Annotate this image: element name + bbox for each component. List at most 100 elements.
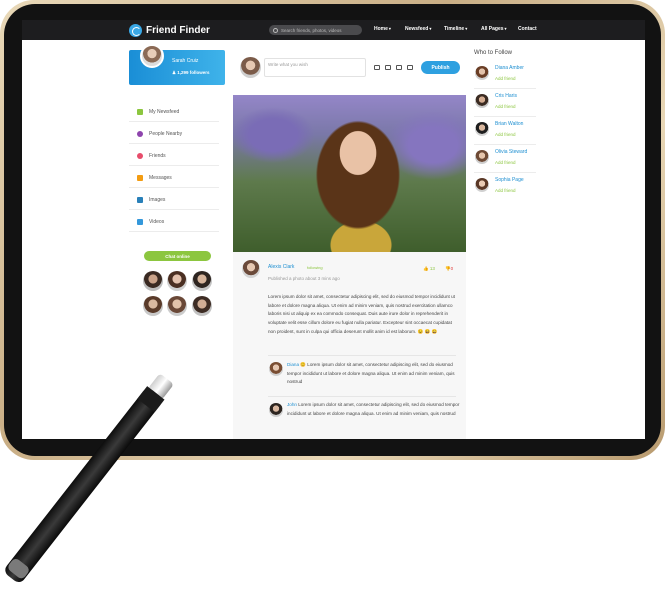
search-input[interactable] — [281, 27, 361, 33]
edit-icon[interactable] — [374, 65, 380, 70]
nav-all-pages-label: All Pages — [481, 26, 504, 32]
dislike-count: 0 — [450, 266, 454, 271]
logo-icon — [129, 23, 142, 37]
like-count: 13 — [429, 266, 435, 271]
follow-status: following — [307, 265, 323, 270]
map-icon[interactable] — [407, 65, 413, 70]
app-screen: Friend Finder Home▾ Newsfeed▾ Timeline▾ … — [22, 20, 645, 439]
sidebar-item-images[interactable]: Images — [129, 190, 219, 210]
avatar[interactable] — [269, 403, 283, 417]
video-icon[interactable] — [396, 65, 402, 70]
comment-body: 😊 Lorem ipsum dolor sit amet, consectetu… — [287, 362, 455, 385]
follow-name[interactable]: Diana Amber — [495, 65, 524, 71]
dislike-button[interactable]: 👎0 — [445, 266, 453, 272]
composer-avatar — [240, 57, 261, 78]
post-meta: Published a photo about 3 mins ago — [268, 276, 340, 281]
image-icon[interactable] — [385, 65, 391, 70]
add-friend-link[interactable]: Add friend — [495, 188, 516, 193]
video-icon — [137, 218, 143, 225]
search-icon — [273, 27, 278, 33]
top-navbar: Friend Finder Home▾ Newsfeed▾ Timeline▾ … — [22, 20, 645, 40]
avatar[interactable] — [475, 66, 489, 80]
sidebar-item-friends[interactable]: Friends — [129, 146, 219, 166]
nav-newsfeed[interactable]: Newsfeed▾ — [405, 26, 431, 32]
nav-newsfeed-label: Newsfeed — [405, 26, 429, 32]
avatar[interactable] — [475, 122, 489, 136]
followers-count: 1,299 followers — [177, 70, 210, 75]
profile-name[interactable]: Sarah Cruiz — [172, 58, 198, 64]
chat-avatar[interactable] — [143, 271, 163, 291]
sidebar-item-label: Images — [149, 196, 166, 203]
app-name: Friend Finder — [146, 24, 210, 36]
chat-online-button[interactable]: Chat online — [144, 251, 211, 261]
comment-body: Lorem ipsum dolor sit amet, consectetur … — [287, 402, 460, 416]
post-author[interactable]: Alexis Clark — [268, 264, 294, 270]
sidebar-item-label: Videos — [149, 218, 165, 225]
app-logo[interactable]: Friend Finder — [129, 23, 210, 37]
sidebar-item-label: My Newsfeed — [149, 108, 180, 115]
post-card: Alexis Clark following Published a photo… — [233, 95, 466, 439]
add-friend-link[interactable]: Add friend — [495, 160, 516, 165]
divider — [474, 116, 536, 117]
avatar[interactable] — [475, 150, 489, 164]
follow-name[interactable]: Sophia Page — [495, 177, 524, 183]
newspaper-icon — [137, 108, 143, 115]
comment: Diana 😊 Lorem ipsum dolor sit amet, cons… — [287, 361, 463, 387]
chevron-down-icon: ▾ — [388, 26, 391, 31]
nav-timeline-label: Timeline — [444, 26, 465, 32]
nav-home-label: Home — [374, 26, 388, 32]
chevron-down-icon: ▾ — [429, 26, 432, 31]
divider — [474, 88, 536, 89]
nav-all-pages[interactable]: All Pages▾ — [481, 26, 507, 32]
comment: John Lorem ipsum dolor sit amet, consect… — [287, 401, 463, 418]
chat-avatar[interactable] — [167, 296, 187, 316]
nav-home[interactable]: Home▾ — [374, 26, 391, 32]
sidebar-item-label: Friends — [149, 152, 166, 159]
chevron-down-icon: ▾ — [465, 26, 468, 31]
sidebar-item-label: Messages — [149, 174, 172, 181]
nav-contact[interactable]: Contact — [518, 26, 537, 32]
friends-icon — [137, 152, 143, 159]
chat-icon — [137, 174, 143, 181]
chat-avatar[interactable] — [167, 271, 187, 291]
post-text: Lorem ipsum dolor sit amet, consectetur … — [268, 294, 455, 334]
sidebar-item-newsfeed[interactable]: My Newsfeed — [129, 102, 219, 122]
divider — [474, 144, 536, 145]
follow-name[interactable]: Cris Haris — [495, 93, 517, 99]
avatar[interactable] — [475, 178, 489, 192]
comment-author[interactable]: John — [287, 402, 297, 407]
search-box[interactable] — [269, 25, 362, 35]
chat-avatar[interactable] — [192, 296, 212, 316]
follow-name[interactable]: Olivia Steward — [495, 149, 527, 155]
sidebar-item-messages[interactable]: Messages — [129, 168, 219, 188]
nav-contact-label: Contact — [518, 26, 537, 32]
post-photo[interactable] — [233, 95, 466, 252]
status-input[interactable] — [264, 58, 366, 77]
image-icon — [137, 196, 143, 203]
sidebar-item-videos[interactable]: Videos — [129, 212, 219, 232]
sidebar-item-people-nearby[interactable]: People Nearby — [129, 124, 219, 144]
thumbs-up-icon: 👍 — [423, 266, 429, 271]
comment-author[interactable]: Diana — [287, 362, 299, 367]
add-friend-link[interactable]: Add friend — [495, 132, 516, 137]
follow-name[interactable]: Brian Walton — [495, 121, 523, 127]
publish-button[interactable]: Publish — [421, 61, 460, 74]
avatar[interactable] — [475, 94, 489, 108]
add-friend-link[interactable]: Add friend — [495, 104, 516, 109]
profile-followers: ♟ 1,299 followers — [172, 70, 210, 76]
nav-timeline[interactable]: Timeline▾ — [444, 26, 467, 32]
chat-avatar[interactable] — [143, 296, 163, 316]
sidebar-item-label: People Nearby — [149, 130, 183, 137]
who-to-follow-title: Who to Follow — [474, 50, 513, 56]
divider — [268, 396, 456, 397]
chat-avatar[interactable] — [192, 271, 212, 291]
avatar[interactable] — [140, 44, 164, 68]
chevron-down-icon: ▾ — [504, 26, 507, 31]
divider — [474, 172, 536, 173]
like-button[interactable]: 👍 13 — [423, 266, 435, 272]
add-friend-link[interactable]: Add friend — [495, 76, 516, 81]
people-icon — [137, 130, 143, 137]
avatar[interactable] — [242, 260, 260, 278]
avatar[interactable] — [269, 362, 283, 376]
divider — [268, 355, 456, 356]
